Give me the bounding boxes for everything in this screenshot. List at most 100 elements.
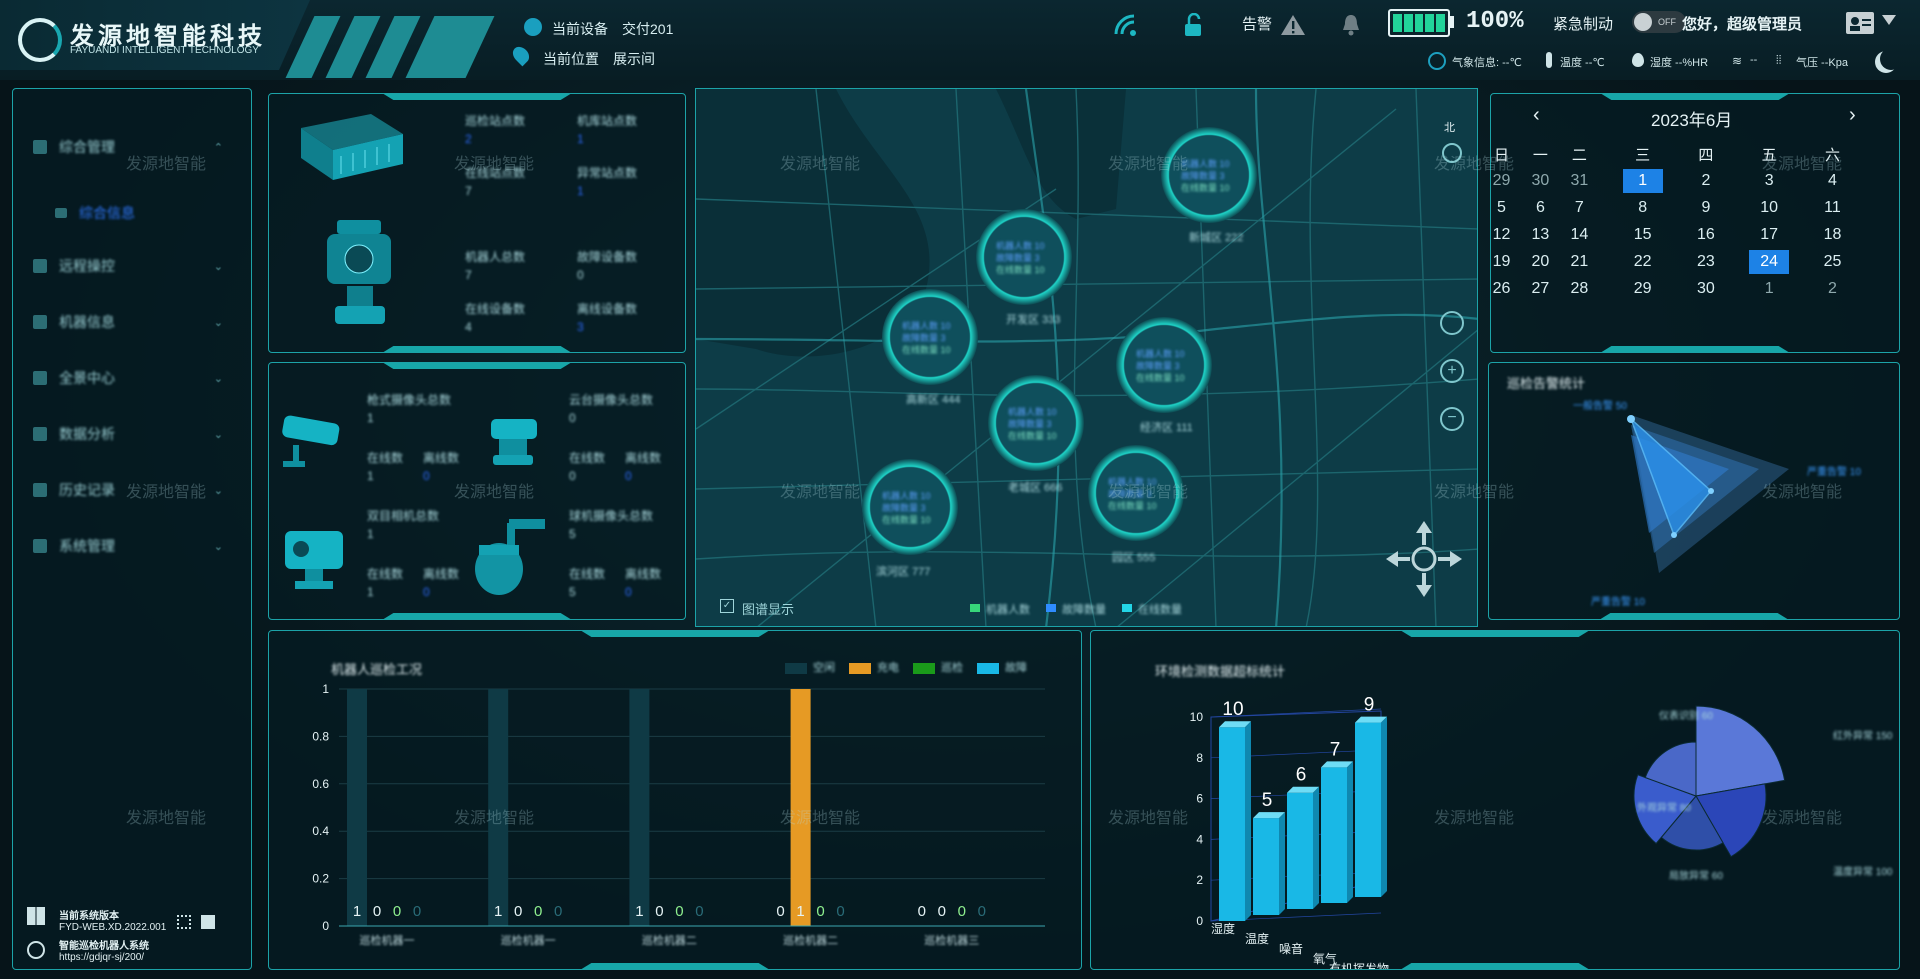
sidebar-item-remote[interactable]: 远程操控 ⌄: [33, 254, 223, 278]
calendar-day[interactable]: 26: [1482, 275, 1521, 302]
sidebar-item-robot-info[interactable]: 机器信息 ⌄: [33, 310, 223, 334]
calendar-day[interactable]: 25: [1813, 248, 1852, 275]
bar[interactable]: [1287, 792, 1313, 909]
bar[interactable]: [629, 689, 650, 926]
location-label: 当前位置: [543, 51, 599, 67]
x-tick-label: 有机挥发物: [1329, 961, 1389, 970]
binocular-camera-icon: [279, 523, 353, 593]
version-title: 当前系统版本: [59, 911, 119, 922]
bar[interactable]: [1321, 767, 1347, 903]
company-name-en: FAYUANDI INTELLIGENT TECHNOLOGY: [70, 45, 259, 56]
calendar-day[interactable]: 2: [1813, 275, 1852, 302]
calendar-day[interactable]: 12: [1482, 221, 1521, 248]
calendar-day[interactable]: 13: [1521, 221, 1560, 248]
calendar-day[interactable]: 28: [1560, 275, 1599, 302]
chevron-down-icon[interactable]: [1882, 15, 1896, 25]
calendar-day[interactable]: 2: [1686, 167, 1725, 194]
grid-icon[interactable]: [177, 915, 191, 929]
sidebar-subitem-info[interactable]: 综合信息: [55, 201, 175, 225]
calendar-day[interactable]: 11: [1813, 194, 1852, 221]
legend-swatch: [1046, 604, 1056, 612]
pan-control-icon[interactable]: [1384, 519, 1464, 599]
y-tick-label: 6: [1196, 792, 1203, 806]
device-value[interactable]: 交付201: [622, 19, 673, 39]
camera-total-label: 双目相机总数: [367, 509, 440, 523]
calendar-day[interactable]: 20: [1521, 248, 1560, 275]
calendar-day[interactable]: 14: [1560, 221, 1599, 248]
compass-icon[interactable]: [1442, 143, 1462, 163]
emergency-stop-toggle[interactable]: OFF: [1632, 11, 1686, 33]
unlock-icon[interactable]: [1178, 10, 1208, 40]
calendar-day[interactable]: 17: [1725, 221, 1813, 248]
environment-panel: 环境检测数据超标统计 0 2 4 6 8 10 10 湿度 5 温度 6 噪音 7 氧气 9 有机挥发物 仪表…: [1090, 630, 1900, 970]
bar[interactable]: [1219, 727, 1245, 921]
map-cluster[interactable]: 机器人数 10 故障数量 3 在线数量 10 经济区 111: [1116, 317, 1256, 447]
sidebar-item-panorama[interactable]: 全景中心 ⌄: [33, 366, 223, 390]
camera-total-value: 1: [367, 527, 374, 541]
calendar-day[interactable]: 18: [1813, 221, 1852, 248]
stat-value: 4: [465, 320, 472, 334]
system-url[interactable]: https://gdjqr-sj/200/: [59, 952, 144, 963]
calendar-day[interactable]: 7: [1560, 194, 1599, 221]
version-number: FYD-WEB.XD.2022.001: [59, 922, 167, 933]
legend-toggle-label[interactable]: 图谱显示: [742, 599, 794, 618]
zoom-out-icon[interactable]: −: [1440, 407, 1464, 431]
next-month-icon[interactable]: ›: [1849, 104, 1856, 127]
refresh-icon[interactable]: [1440, 311, 1464, 335]
calendar-day[interactable]: 10: [1725, 194, 1813, 221]
bar-data-label: 0: [938, 903, 946, 920]
calendar-day[interactable]: 3: [1725, 167, 1813, 194]
x-tick-label: 巡检机器二: [783, 933, 838, 947]
calendar-day[interactable]: 29: [1482, 167, 1521, 194]
map-cluster[interactable]: 机器人数 10 故障数量 3 在线数量 10 园区 555: [1088, 445, 1228, 575]
sidebar-item-comprehensive[interactable]: 综合管理 ⌃: [33, 135, 223, 159]
calendar-day[interactable]: 8: [1599, 194, 1687, 221]
calendar-day[interactable]: 30: [1521, 167, 1560, 194]
prev-month-icon[interactable]: ‹: [1533, 104, 1540, 127]
calendar-day[interactable]: 15: [1599, 221, 1687, 248]
sidebar-item-label: 远程操控: [59, 258, 115, 274]
sidebar-item-history[interactable]: 历史记录 ⌄: [33, 478, 223, 502]
zoom-in-icon[interactable]: +: [1440, 359, 1464, 383]
user-card-icon[interactable]: [1842, 8, 1878, 38]
sidebar-item-data-analysis[interactable]: 数据分析 ⌄: [33, 422, 223, 446]
calendar-day[interactable]: 16: [1686, 221, 1725, 248]
calendar-day[interactable]: 31: [1560, 167, 1599, 194]
bar-data-label: 0: [816, 903, 824, 920]
map-cluster[interactable]: 机器人数 10 故障数量 3 在线数量 10 新城区 222: [1161, 127, 1301, 257]
calendar-day[interactable]: 1: [1599, 167, 1687, 194]
calendar-day[interactable]: 5: [1482, 194, 1521, 221]
bar[interactable]: [1253, 818, 1279, 915]
calendar-day[interactable]: 21: [1560, 248, 1599, 275]
pie-label: 外观异常 80: [1637, 803, 1691, 814]
calendar-day[interactable]: 30: [1686, 275, 1725, 302]
calendar-day[interactable]: 9: [1686, 194, 1725, 221]
bar[interactable]: [790, 689, 811, 926]
bar[interactable]: [1355, 722, 1381, 897]
map-cluster[interactable]: 机器人数 10 故障数量 3 在线数量 10 滨河区 777: [862, 459, 1002, 589]
map-panel[interactable]: 北 + − ✓ 图谱显示 机器人数 故障数量 在线数量 机器人数 10 故障数量…: [695, 88, 1478, 627]
signal-icon[interactable]: [1112, 10, 1142, 40]
sidebar-item-system[interactable]: 系统管理 ⌄: [33, 534, 223, 558]
bar[interactable]: [488, 689, 509, 926]
calendar-day[interactable]: 19: [1482, 248, 1521, 275]
calendar-day[interactable]: 29: [1599, 275, 1687, 302]
stat-value: 3: [577, 320, 584, 334]
camera-offline-label: 离线数: [625, 451, 662, 465]
location-value[interactable]: 展示间: [613, 49, 655, 69]
warning-icon[interactable]: [1278, 10, 1308, 40]
legend-toggle-checkbox[interactable]: ✓: [720, 599, 734, 613]
moon-icon[interactable]: [1880, 48, 1902, 70]
calendar-day[interactable]: 22: [1599, 248, 1687, 275]
calendar-day[interactable]: 24: [1725, 248, 1813, 275]
calendar-day[interactable]: 23: [1686, 248, 1725, 275]
document-icon[interactable]: [201, 915, 215, 929]
bell-icon[interactable]: [1336, 10, 1366, 40]
robot-model-icon: [317, 214, 407, 334]
bar[interactable]: [347, 689, 367, 926]
calendar-day[interactable]: 4: [1813, 167, 1852, 194]
calendar-day[interactable]: 27: [1521, 275, 1560, 302]
thermometer-icon: [1546, 52, 1552, 68]
calendar-day[interactable]: 1: [1725, 275, 1813, 302]
calendar-day[interactable]: 6: [1521, 194, 1560, 221]
